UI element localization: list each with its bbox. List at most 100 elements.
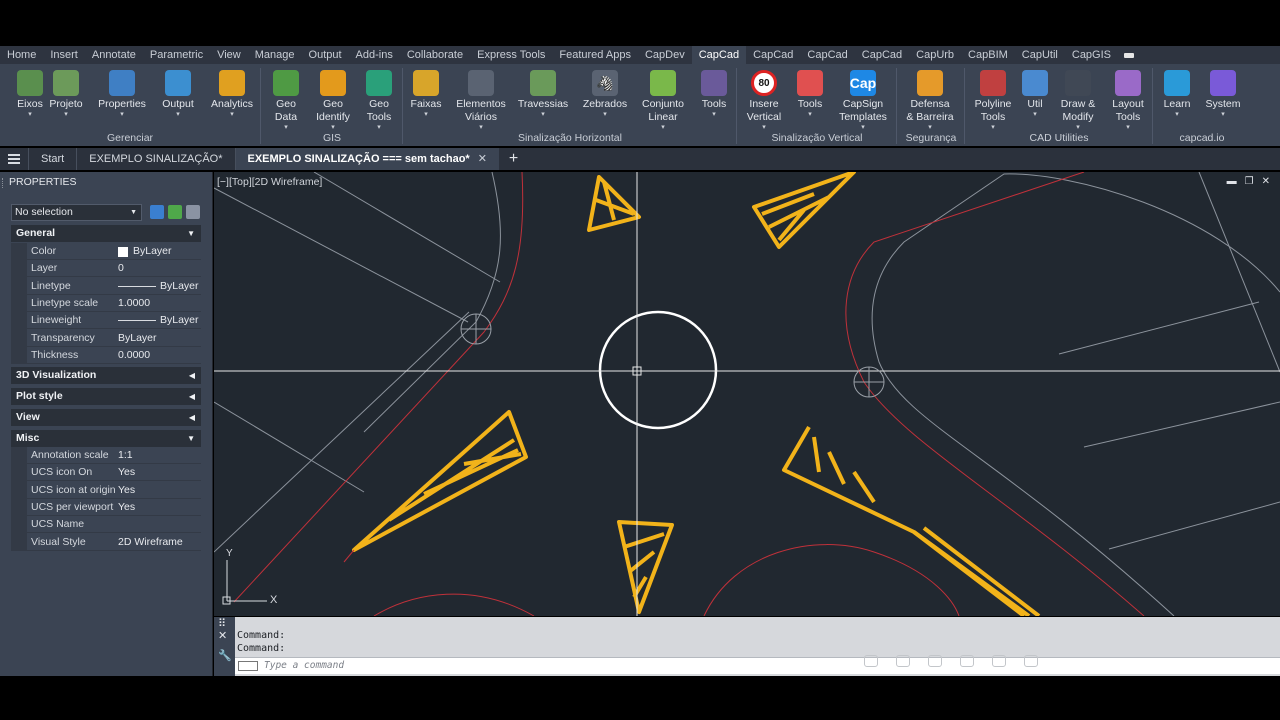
ribbon-tab[interactable]: CapCad <box>800 46 854 64</box>
property-row[interactable]: Color ByLayer <box>27 243 201 260</box>
property-row[interactable]: UCS Name <box>27 516 201 534</box>
selection-dropdown[interactable]: No selection ▼ <box>11 204 142 221</box>
status-toggle-icon[interactable] <box>960 655 974 667</box>
command-prompt-icon[interactable] <box>238 661 258 671</box>
property-row[interactable]: Lineweight ByLayer <box>27 312 201 330</box>
property-group-view[interactable]: View ◀ <box>11 409 201 426</box>
ribbon-tab[interactable]: Insert <box>43 46 85 64</box>
drawing-canvas[interactable]: Y X [−][Top][2D Wireframe] ▬ ❐ ✕ <box>214 172 1280 616</box>
status-toggle-icon[interactable] <box>1024 655 1038 667</box>
ribbon-tab[interactable]: Manage <box>248 46 302 64</box>
minimize-icon[interactable]: ▬ <box>1227 176 1237 187</box>
tab-start-label: Start <box>41 153 65 165</box>
ribbon-button[interactable]: Properties ▾ <box>92 68 152 130</box>
property-row[interactable]: UCS icon On Yes <box>27 464 201 482</box>
ribbon-button-label: Output <box>162 98 194 110</box>
property-name: Linetype scale <box>31 296 99 309</box>
property-name: Thickness <box>31 348 79 361</box>
ribbon-button[interactable]: Faixas ▾ <box>396 68 456 130</box>
ribbon-tab[interactable]: CapUtil <box>1015 46 1065 64</box>
property-group-misc[interactable]: Misc ▼ <box>11 430 201 447</box>
select-objects-icon[interactable] <box>168 205 182 219</box>
ribbon-button[interactable]: Projeto ▾ <box>36 68 96 130</box>
ribbon-separator <box>1152 68 1153 144</box>
ribbon-tab[interactable]: Express Tools <box>470 46 552 64</box>
toggle-pickadd-icon[interactable] <box>150 205 164 219</box>
ribbon-tab[interactable]: CapCad <box>855 46 909 64</box>
properties-palette: PROPERTIES No selection ▼ General ▼ Color By… <box>0 172 213 676</box>
ribbon-tab[interactable]: CapGIS <box>1065 46 1118 64</box>
tab-file-1-label: EXEMPLO SINALIZAÇÃO* <box>89 153 223 165</box>
status-toggle-icon[interactable] <box>864 655 878 667</box>
status-toggle-icon[interactable] <box>992 655 1006 667</box>
property-row[interactable]: Linetype scale 1.0000 <box>27 295 201 312</box>
command-close-icon[interactable]: ✕ <box>218 629 227 642</box>
new-tab-icon[interactable]: + <box>499 148 528 170</box>
ribbon-tab[interactable]: Add-ins <box>349 46 400 64</box>
property-row[interactable]: Annotation scale 1:1 <box>27 447 201 464</box>
property-indent <box>11 243 27 365</box>
quick-select-icon[interactable] <box>186 205 200 219</box>
tab-start[interactable]: Start <box>28 148 76 170</box>
ribbon-tab[interactable]: CapDev <box>638 46 692 64</box>
speed-limit-icon: 80 <box>751 70 777 96</box>
ribbon-tab[interactable]: CapBIM <box>961 46 1015 64</box>
ribbon-button[interactable]: 🦓 Zebrados ▾ <box>575 68 635 130</box>
ribbon-button[interactable]: Output ▾ <box>148 68 208 130</box>
roundabout-circle[interactable] <box>598 310 718 430</box>
property-row[interactable]: UCS per viewport Yes <box>27 499 201 516</box>
tab-file-2[interactable]: EXEMPLO SINALIZAÇÃO === sem tachao* ✕ <box>234 148 499 170</box>
restore-icon[interactable]: ❐ <box>1245 176 1254 187</box>
ribbon-tab[interactable]: Output <box>302 46 349 64</box>
chevron-down-icon: ▾ <box>120 111 124 118</box>
property-group-general[interactable]: General ▼ <box>11 225 201 242</box>
menu-icon[interactable] <box>0 148 28 170</box>
ribbon-button-label: Defensa <box>910 98 950 110</box>
ribbon-tab[interactable]: View <box>210 46 248 64</box>
property-row[interactable]: Layer 0 <box>27 260 201 278</box>
property-row[interactable]: Thickness 0.0000 <box>27 347 201 364</box>
ribbon-tab[interactable]: CapCad <box>746 46 800 64</box>
viewport-controls[interactable]: [−][Top][2D Wireframe] <box>217 176 322 188</box>
ribbon-tab[interactable]: Parametric <box>143 46 210 64</box>
property-value-text: ByLayer <box>133 245 172 257</box>
linear-set-icon <box>650 70 676 96</box>
ribbon-button[interactable]: Elementos Viários ▾ <box>451 68 511 131</box>
property-row[interactable]: UCS icon at origin Yes <box>27 482 201 499</box>
ribbon-button[interactable]: System ▾ <box>1193 68 1253 130</box>
property-row[interactable]: Linetype ByLayer <box>27 278 201 295</box>
ribbon-tab[interactable]: Collaborate <box>400 46 470 64</box>
ribbon-button[interactable]: Tools ▾ <box>780 68 840 130</box>
ribbon-button[interactable]: Analytics ▾ <box>202 68 262 130</box>
ribbon-group-label: capcad.io <box>1179 132 1225 144</box>
polyline-icon <box>980 70 1006 96</box>
property-name: UCS Name <box>31 518 85 531</box>
ribbon-options-icon[interactable] <box>1124 51 1144 59</box>
command-line: ⠿ ✕ 🔧 Command: Command: Type a command <box>214 617 1280 676</box>
ribbon-button[interactable]: Cap CapSign Templates ▾ <box>833 68 893 131</box>
close-icon[interactable]: ✕ <box>1262 176 1270 187</box>
ucs-icon <box>222 560 267 605</box>
ribbon-tab[interactable]: Annotate <box>85 46 143 64</box>
crosshair-cursor <box>214 172 1280 616</box>
ribbon-button[interactable]: Defensa & Barreira ▾ <box>900 68 960 131</box>
ribbon-tab[interactable]: Home <box>0 46 43 64</box>
status-toggle-icon[interactable] <box>896 655 910 667</box>
ribbon-button[interactable]: Travessias ▾ <box>513 68 573 130</box>
palette-grip-icon[interactable] <box>2 178 5 188</box>
property-group-plot[interactable]: Plot style ◀ <box>11 388 201 405</box>
wrench-icon[interactable]: 🔧 <box>218 649 232 662</box>
ribbon-tab[interactable]: CapCad <box>691 46 747 64</box>
property-row[interactable]: Visual Style 2D Wireframe <box>27 534 201 551</box>
ribbon-tab[interactable]: CapUrb <box>909 46 961 64</box>
status-toggle-icon[interactable] <box>928 655 942 667</box>
property-value: Yes <box>118 464 135 481</box>
zebra-icon: 🦓 <box>592 70 618 96</box>
ribbon-tab[interactable]: Featured Apps <box>552 46 638 64</box>
tab-file-1[interactable]: EXEMPLO SINALIZAÇÃO* <box>76 148 234 170</box>
property-group-viz3d[interactable]: 3D Visualization ◀ <box>11 367 201 384</box>
geo-tools-icon <box>366 70 392 96</box>
property-row[interactable]: Transparency ByLayer <box>27 330 201 347</box>
close-tab-icon[interactable]: ✕ <box>478 153 487 165</box>
tools-icon <box>701 70 727 96</box>
